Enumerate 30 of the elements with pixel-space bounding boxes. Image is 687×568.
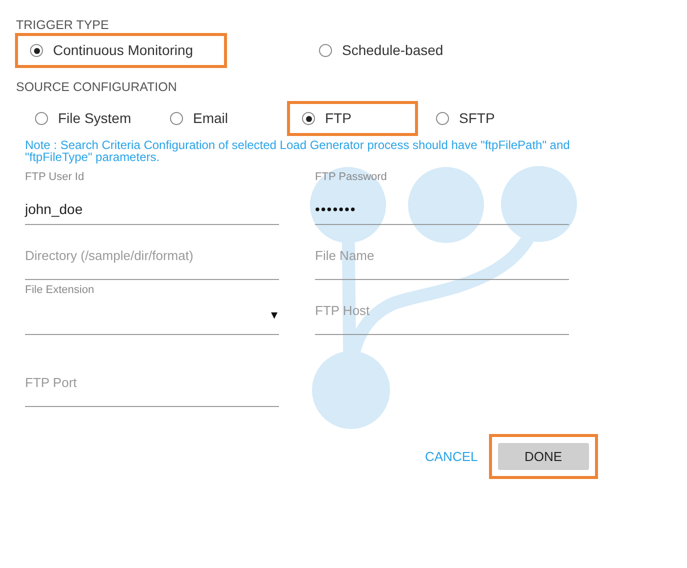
radio-option[interactable]: Schedule-based (307, 40, 444, 61)
section-heading: TRIGGER TYPE (16, 17, 110, 32)
radio-button[interactable] (319, 44, 332, 57)
radio-button[interactable] (436, 112, 449, 125)
field-label: FTP User Id (25, 170, 84, 185)
input-field[interactable]: File Extension ▾ (25, 280, 279, 335)
radio-option[interactable]: FTP (290, 108, 352, 129)
input-field[interactable]: FTP User Id john_doe (25, 167, 279, 225)
radio-option[interactable]: File System (23, 108, 132, 129)
done-button[interactable]: DONE (498, 443, 589, 470)
placeholder-text: Directory (/sample/dir/format) (25, 246, 194, 265)
placeholder-text: FTP Host (315, 302, 371, 320)
field-value: john_doe (25, 200, 84, 219)
field-label: File Extension (25, 283, 94, 298)
radio-option[interactable]: SFTP (424, 108, 495, 129)
placeholder-text: File Name (315, 246, 376, 264)
radio-option[interactable]: Continuous Monitoring (18, 40, 194, 61)
radio-button[interactable] (302, 112, 315, 125)
field-value: ••••••• (315, 200, 358, 219)
section-heading: SOURCE CONFIGURATION (16, 79, 178, 94)
caret-icon[interactable]: ▾ (271, 304, 278, 324)
branch-icon (309, 166, 578, 430)
placeholder-text: FTP Port (25, 374, 78, 392)
input-field[interactable]: FTP Password ••••••• (315, 167, 569, 225)
field-label: FTP Password (315, 170, 387, 185)
radio-button[interactable] (30, 44, 43, 57)
radio-button[interactable] (170, 112, 183, 125)
radio-button[interactable] (35, 112, 48, 125)
radio-option[interactable]: Email (158, 108, 228, 129)
note-text: Note : Search Criteria Configuration of selected Load Generator process should have "ftpFilePath" and "ftpFileType" parameters. (25, 139, 571, 163)
